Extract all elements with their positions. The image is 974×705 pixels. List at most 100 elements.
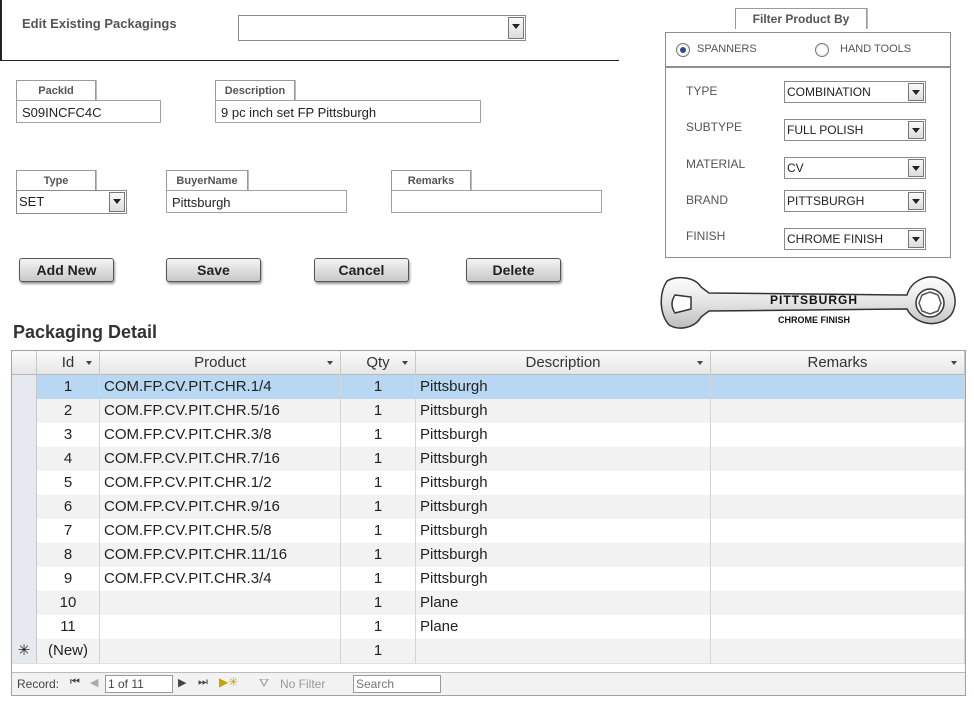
cell-id[interactable]: 1 (37, 375, 100, 399)
buyername-input[interactable]: Pittsburgh (166, 190, 347, 213)
cell-remarks[interactable] (711, 567, 965, 591)
cell-remarks[interactable] (711, 375, 965, 399)
row-selector[interactable] (12, 567, 37, 591)
cell-qty[interactable]: 1 (341, 471, 416, 495)
cell-id[interactable]: 9 (37, 567, 100, 591)
column-header-id[interactable]: Id (37, 351, 100, 375)
cell-description[interactable]: Pittsburgh (416, 423, 711, 447)
cell-qty[interactable]: 1 (341, 615, 416, 639)
next-record-icon[interactable]: ▶ (178, 676, 186, 689)
filter-material-combo[interactable]: CV (784, 157, 926, 179)
cell-id[interactable]: 4 (37, 447, 100, 471)
cell-description[interactable]: Pittsburgh (416, 567, 711, 591)
chevron-down-icon[interactable] (908, 121, 924, 139)
cell-description[interactable]: Pittsburgh (416, 519, 711, 543)
cell-product[interactable]: COM.FP.CV.PIT.CHR.5/8 (100, 519, 341, 543)
column-header-product[interactable]: Product (100, 351, 341, 375)
cell-product[interactable] (100, 591, 341, 615)
cell-remarks[interactable] (711, 543, 965, 567)
filter-finish-combo[interactable]: CHROME FINISH (784, 228, 926, 250)
no-filter-label[interactable]: No Filter (280, 677, 325, 691)
cell-id[interactable]: 10 (37, 591, 100, 615)
cell-qty[interactable]: 1 (341, 423, 416, 447)
cell-remarks[interactable] (711, 399, 965, 423)
first-record-icon[interactable]: ⏮ (70, 676, 80, 689)
cell-description[interactable]: Pittsburgh (416, 495, 711, 519)
cell-remarks[interactable] (711, 591, 965, 615)
row-selector[interactable] (12, 471, 37, 495)
remarks-input[interactable] (391, 190, 602, 213)
cell-qty[interactable]: 1 (341, 495, 416, 519)
cell-description[interactable]: Plane (416, 591, 711, 615)
table-row[interactable]: 11 1 Plane (12, 615, 965, 640)
cell-product[interactable] (100, 615, 341, 639)
chevron-down-icon[interactable] (109, 192, 125, 212)
last-record-icon[interactable]: ⏭ (198, 676, 208, 689)
cell-product[interactable] (100, 639, 341, 663)
cell-description[interactable] (416, 639, 711, 663)
cell-product[interactable]: COM.FP.CV.PIT.CHR.3/4 (100, 567, 341, 591)
table-row[interactable]: 2 COM.FP.CV.PIT.CHR.5/16 1 Pittsburgh (12, 399, 965, 424)
cell-product[interactable]: COM.FP.CV.PIT.CHR.7/16 (100, 447, 341, 471)
cell-id[interactable]: 2 (37, 399, 100, 423)
cell-remarks[interactable] (711, 495, 965, 519)
cell-description[interactable]: Pittsburgh (416, 375, 711, 399)
cell-qty[interactable]: 1 (341, 639, 416, 663)
row-selector[interactable] (12, 447, 37, 471)
table-row[interactable]: 7 COM.FP.CV.PIT.CHR.5/8 1 Pittsburgh (12, 519, 965, 544)
row-selector[interactable] (12, 375, 37, 399)
cell-remarks[interactable] (711, 519, 965, 543)
row-selector[interactable] (12, 591, 37, 615)
cell-qty[interactable]: 1 (341, 519, 416, 543)
row-selector[interactable] (12, 399, 37, 423)
row-selector[interactable] (12, 615, 37, 639)
cell-qty[interactable]: 1 (341, 543, 416, 567)
description-input[interactable]: 9 pc inch set FP Pittsburgh (215, 100, 481, 123)
chevron-down-icon[interactable] (908, 230, 924, 248)
cell-product[interactable]: COM.FP.CV.PIT.CHR.1/4 (100, 375, 341, 399)
hand-tools-radio[interactable] (815, 43, 829, 57)
table-row[interactable]: 6 COM.FP.CV.PIT.CHR.9/16 1 Pittsburgh (12, 495, 965, 520)
row-selector[interactable] (12, 543, 37, 567)
table-row[interactable]: 8 COM.FP.CV.PIT.CHR.11/16 1 Pittsburgh (12, 543, 965, 568)
cell-qty[interactable]: 1 (341, 399, 416, 423)
chevron-down-icon[interactable] (508, 17, 524, 39)
table-row[interactable]: 4 COM.FP.CV.PIT.CHR.7/16 1 Pittsburgh (12, 447, 965, 472)
cell-qty[interactable]: 1 (341, 567, 416, 591)
cell-product[interactable]: COM.FP.CV.PIT.CHR.11/16 (100, 543, 341, 567)
search-input[interactable] (353, 675, 441, 693)
filter-subtype-combo[interactable]: FULL POLISH (784, 119, 926, 141)
filter-brand-combo[interactable]: PITTSBURGH (784, 190, 926, 212)
cell-qty[interactable]: 1 (341, 591, 416, 615)
spanners-radio[interactable] (676, 43, 690, 57)
current-record-input[interactable]: 1 of 11 (105, 675, 173, 693)
cell-product[interactable]: COM.FP.CV.PIT.CHR.5/16 (100, 399, 341, 423)
delete-button[interactable]: Delete (466, 258, 561, 282)
cell-id[interactable]: 6 (37, 495, 100, 519)
add-new-button[interactable]: Add New (19, 258, 114, 282)
cell-id[interactable]: (New) (37, 639, 100, 663)
cell-description[interactable]: Pittsburgh (416, 399, 711, 423)
new-record-row[interactable]: ✳ (New) 1 (12, 639, 965, 664)
row-selector[interactable] (12, 423, 37, 447)
chevron-down-icon[interactable] (908, 192, 924, 210)
table-row[interactable]: 5 COM.FP.CV.PIT.CHR.1/2 1 Pittsburgh (12, 471, 965, 496)
cell-remarks[interactable] (711, 471, 965, 495)
previous-record-icon[interactable]: ◀ (90, 676, 98, 689)
row-selector[interactable] (12, 519, 37, 543)
new-record-marker[interactable]: ✳ (12, 639, 37, 663)
new-record-icon[interactable]: ▶✳ (219, 675, 238, 689)
cancel-button[interactable]: Cancel (314, 258, 409, 282)
column-header-description[interactable]: Description (416, 351, 711, 375)
chevron-down-icon[interactable] (908, 159, 924, 177)
cell-remarks[interactable] (711, 615, 965, 639)
edit-existing-combo[interactable] (238, 15, 526, 41)
table-row[interactable]: 3 COM.FP.CV.PIT.CHR.3/8 1 Pittsburgh (12, 423, 965, 448)
save-button[interactable]: Save (166, 258, 261, 282)
cell-remarks[interactable] (711, 639, 965, 663)
cell-description[interactable]: Pittsburgh (416, 543, 711, 567)
cell-id[interactable]: 7 (37, 519, 100, 543)
cell-product[interactable]: COM.FP.CV.PIT.CHR.1/2 (100, 471, 341, 495)
table-row[interactable]: 1 COM.FP.CV.PIT.CHR.1/4 1 Pittsburgh (12, 375, 965, 400)
cell-id[interactable]: 5 (37, 471, 100, 495)
